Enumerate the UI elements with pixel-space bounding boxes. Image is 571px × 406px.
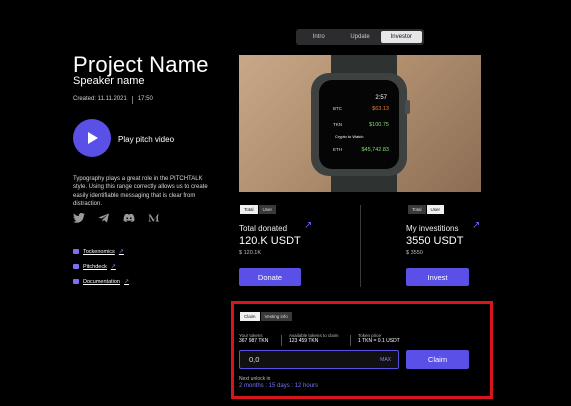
link-tockenomics[interactable]: Tockenomics ↗ — [73, 248, 129, 255]
medium-icon[interactable] — [148, 213, 160, 223]
your-tokens-value: 367 987 TKN — [239, 338, 269, 344]
section-tabs: Intro Update Investor — [296, 29, 424, 45]
info-divider — [281, 335, 282, 346]
donated-tab-user[interactable]: User — [258, 205, 277, 214]
created-date: Created: 11.11.2021 — [73, 96, 127, 102]
tab-update[interactable]: Update — [339, 31, 380, 43]
watch-row-label: ETH — [333, 147, 342, 152]
watch-section-label: Crypto to Watch — [335, 134, 364, 139]
tab-intro[interactable]: Intro — [298, 31, 339, 43]
token-price-value: 1 TKN = 0.1 USDT — [358, 338, 400, 344]
investitions-title: My investitions — [406, 224, 459, 233]
external-link-icon: ↗ — [124, 279, 130, 285]
donated-tab-total[interactable]: Total — [240, 205, 258, 214]
play-video-button[interactable] — [73, 119, 111, 157]
info-divider — [350, 335, 351, 346]
investitions-tab-total[interactable]: Total — [408, 205, 426, 214]
next-unlock-label: Next unlock in — [239, 376, 271, 382]
external-link-icon: ↗ — [118, 249, 124, 255]
invest-button[interactable]: Invest — [406, 268, 469, 286]
document-icon — [73, 279, 79, 284]
investitions-tabs: Total User — [408, 205, 445, 214]
available-tokens-value: 123 459 TKN — [289, 338, 319, 344]
tab-investor[interactable]: Investor — [380, 31, 422, 43]
next-unlock-value: 2 months : 15 days : 12 hours — [239, 383, 319, 389]
your-tokens: Your tokens 367 987 TKN — [239, 333, 268, 344]
created-info: Created: 11.11.2021 17:50 — [73, 96, 153, 104]
play-icon — [88, 132, 98, 144]
available-tokens: Available tokens to claim 123 459 TKN — [289, 333, 338, 344]
play-video-label[interactable]: Play pitch video — [118, 135, 174, 144]
donated-value: 120.K USDT — [239, 235, 301, 247]
max-button[interactable]: MAX — [380, 357, 391, 363]
donated-tabs: Total User — [240, 205, 277, 214]
watch-time: 2:57 — [375, 95, 387, 101]
external-link-icon: ↗ — [110, 264, 116, 270]
telegram-icon[interactable] — [98, 213, 110, 223]
slides-icon — [73, 264, 79, 269]
arrow-up-right-icon: ↗ — [304, 220, 313, 231]
link-documentation-label[interactable]: Documentation — [83, 279, 120, 285]
watch-row-label: BTC — [333, 106, 343, 111]
speaker-name: Speaker name — [73, 75, 145, 87]
project-description: Typography plays a great role in the PIT… — [73, 176, 208, 208]
link-documentation[interactable]: Documentation ↗ — [73, 278, 129, 285]
chart-icon — [73, 249, 79, 254]
created-time: 17:50 — [137, 96, 153, 102]
hero-image: 2:57 BTC $63.13 TKN $100.75 Crypto to Wa… — [239, 55, 481, 192]
discord-icon[interactable] — [123, 213, 135, 223]
claim-amount-input[interactable]: 0,0 MAX — [239, 350, 399, 369]
donate-button[interactable]: Donate — [239, 268, 301, 286]
watch-row-label: TKN — [333, 122, 342, 127]
donated-sub: $ 120.1K — [239, 250, 262, 256]
twitter-icon[interactable] — [73, 213, 85, 223]
resource-links: Tockenomics ↗ Pitchdeck ↗ Documentation … — [73, 248, 129, 285]
created-separator — [131, 96, 133, 104]
arrow-up-right-icon: ↗ — [472, 220, 481, 231]
social-links — [73, 213, 160, 223]
stats-divider — [360, 205, 361, 287]
watch-row-value: $63.13 — [372, 106, 389, 112]
link-pitchdeck[interactable]: Pitchdeck ↗ — [73, 263, 129, 270]
watch-row-value: $45,742.83 — [361, 147, 389, 153]
investitions-tab-user[interactable]: User — [426, 205, 445, 214]
claim-amount-value[interactable]: 0,0 — [249, 355, 259, 364]
token-price: Token price 1 TKN = 0.1 USDT — [358, 333, 400, 344]
link-pitchdeck-label[interactable]: Pitchdeck — [83, 264, 107, 270]
watch-row-value: $100.75 — [369, 122, 389, 128]
claim-tabs: Claim Vesting info — [240, 312, 292, 321]
tab-vesting-info[interactable]: Vesting info — [260, 312, 292, 321]
tab-claim[interactable]: Claim — [240, 312, 260, 321]
investitions-sub: $ 3550 — [406, 250, 423, 256]
link-tockenomics-label[interactable]: Tockenomics — [83, 249, 115, 255]
claim-button[interactable]: Claim — [406, 350, 469, 369]
smartwatch-image: 2:57 BTC $63.13 TKN $100.75 Crypto to Wa… — [311, 55, 410, 192]
donated-title: Total donated — [239, 224, 288, 233]
investitions-value: 3550 USDT — [406, 235, 464, 247]
